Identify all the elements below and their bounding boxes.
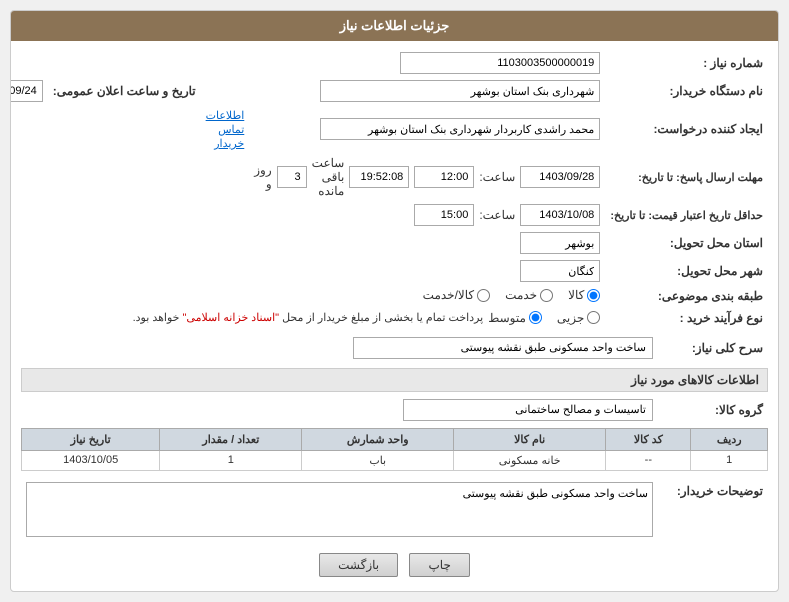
naveh-motavaset-option[interactable]: متوسط: [488, 311, 542, 325]
nam-dastgah-input[interactable]: [320, 80, 600, 102]
col-vahed: واحد شمارش: [302, 428, 454, 450]
shomare-niaz-input[interactable]: [400, 52, 600, 74]
goods-table: ردیف کد کالا نام کالا واحد شمارش تعداد /…: [21, 428, 768, 471]
tabaqeh-label: طبقه بندی موضوعی:: [605, 285, 768, 308]
back-button[interactable]: بازگشت: [319, 553, 398, 577]
naveh-jozii-option[interactable]: جزیی: [557, 311, 600, 325]
mohlat-mande-input[interactable]: [349, 166, 409, 188]
tarikh-label: تاریخ و ساعت اعلان عمومی:: [48, 77, 201, 105]
col-tedad: تعداد / مقدار: [160, 428, 302, 450]
jadval-date-input[interactable]: [520, 204, 600, 226]
jadval-label: حداقل تاریخ اعتبار قیمت: تا تاریخ:: [610, 210, 763, 222]
mohlat-rooz-input[interactable]: [277, 166, 307, 188]
cell-nam: خانه مسکونی: [454, 450, 606, 470]
cell-radif: 1: [691, 450, 768, 470]
print-button[interactable]: چاپ: [409, 553, 469, 577]
ostan-input[interactable]: [520, 232, 600, 254]
shahr-label: شهر محل تحویل:: [605, 257, 768, 285]
nam-dastgah-label: نام دستگاه خریدار:: [605, 77, 768, 105]
mohlat-mande-label: ساعت باقی مانده: [312, 156, 345, 198]
tozih-label: توضیحات خریدار:: [658, 479, 768, 543]
shahr-input[interactable]: [520, 260, 600, 282]
cell-tarikh: 1403/10/05: [22, 450, 160, 470]
ijad-label: ایجاد کننده درخواست:: [605, 105, 768, 153]
col-kod: کد کالا: [606, 428, 691, 450]
panel-header: جزئیات اطلاعات نیاز: [11, 11, 778, 41]
mohlat-label: مهلت ارسال پاسخ: تا تاریخ:: [638, 170, 763, 184]
sareh-input[interactable]: [353, 337, 653, 359]
mohlat-rooz-label: روز و: [254, 163, 271, 191]
col-nam: نام کالا: [454, 428, 606, 450]
naveh-label: نوع فرآیند خرید :: [605, 308, 768, 328]
mohlat-saat-label: ساعت:: [479, 170, 515, 184]
note-text: پرداخت تمام یا بخشی از مبلغ خریدار از مح…: [133, 311, 484, 324]
jadval-saat-input[interactable]: [414, 204, 474, 226]
ettelaat-link[interactable]: اطلاعات تماس خریدار: [206, 110, 245, 150]
tozih-textarea[interactable]: ساخت واحد مسکونی طبق نقشه پیوستی: [26, 482, 653, 537]
mohlat-saat-input[interactable]: [414, 166, 474, 188]
mohlat-date-input[interactable]: [520, 166, 600, 188]
jadval-saat-label: ساعت:: [479, 208, 515, 222]
ostan-label: استان محل تحویل:: [605, 229, 768, 257]
button-row: چاپ بازگشت: [21, 543, 768, 583]
shomare-niaz-label: شماره نیاز :: [605, 49, 768, 77]
tabaqeh-kala-khedmat-option[interactable]: کالا/خدمت: [423, 288, 490, 302]
cell-vahed: باب: [302, 450, 454, 470]
note-link: "اسناد خزانه اسلامی": [183, 312, 280, 324]
table-row: 1 -- خانه مسکونی باب 1 1403/10/05: [22, 450, 768, 470]
tabaqeh-khedmat-option[interactable]: خدمت: [505, 288, 553, 302]
group-kala-input[interactable]: [403, 399, 653, 421]
ijad-input[interactable]: [320, 118, 600, 140]
tarikh-input[interactable]: [10, 80, 43, 102]
col-radif: ردیف: [691, 428, 768, 450]
akalaha-section-title: اطلاعات کالاهای مورد نیاز: [21, 368, 768, 392]
sareh-label: سرح کلی نیاز:: [658, 334, 768, 362]
tabaqeh-kala-option[interactable]: کالا: [568, 288, 600, 302]
cell-tedad: 1: [160, 450, 302, 470]
group-kala-label: گروه کالا:: [658, 396, 768, 424]
col-tarikh: تاریخ نیاز: [22, 428, 160, 450]
cell-kod: --: [606, 450, 691, 470]
